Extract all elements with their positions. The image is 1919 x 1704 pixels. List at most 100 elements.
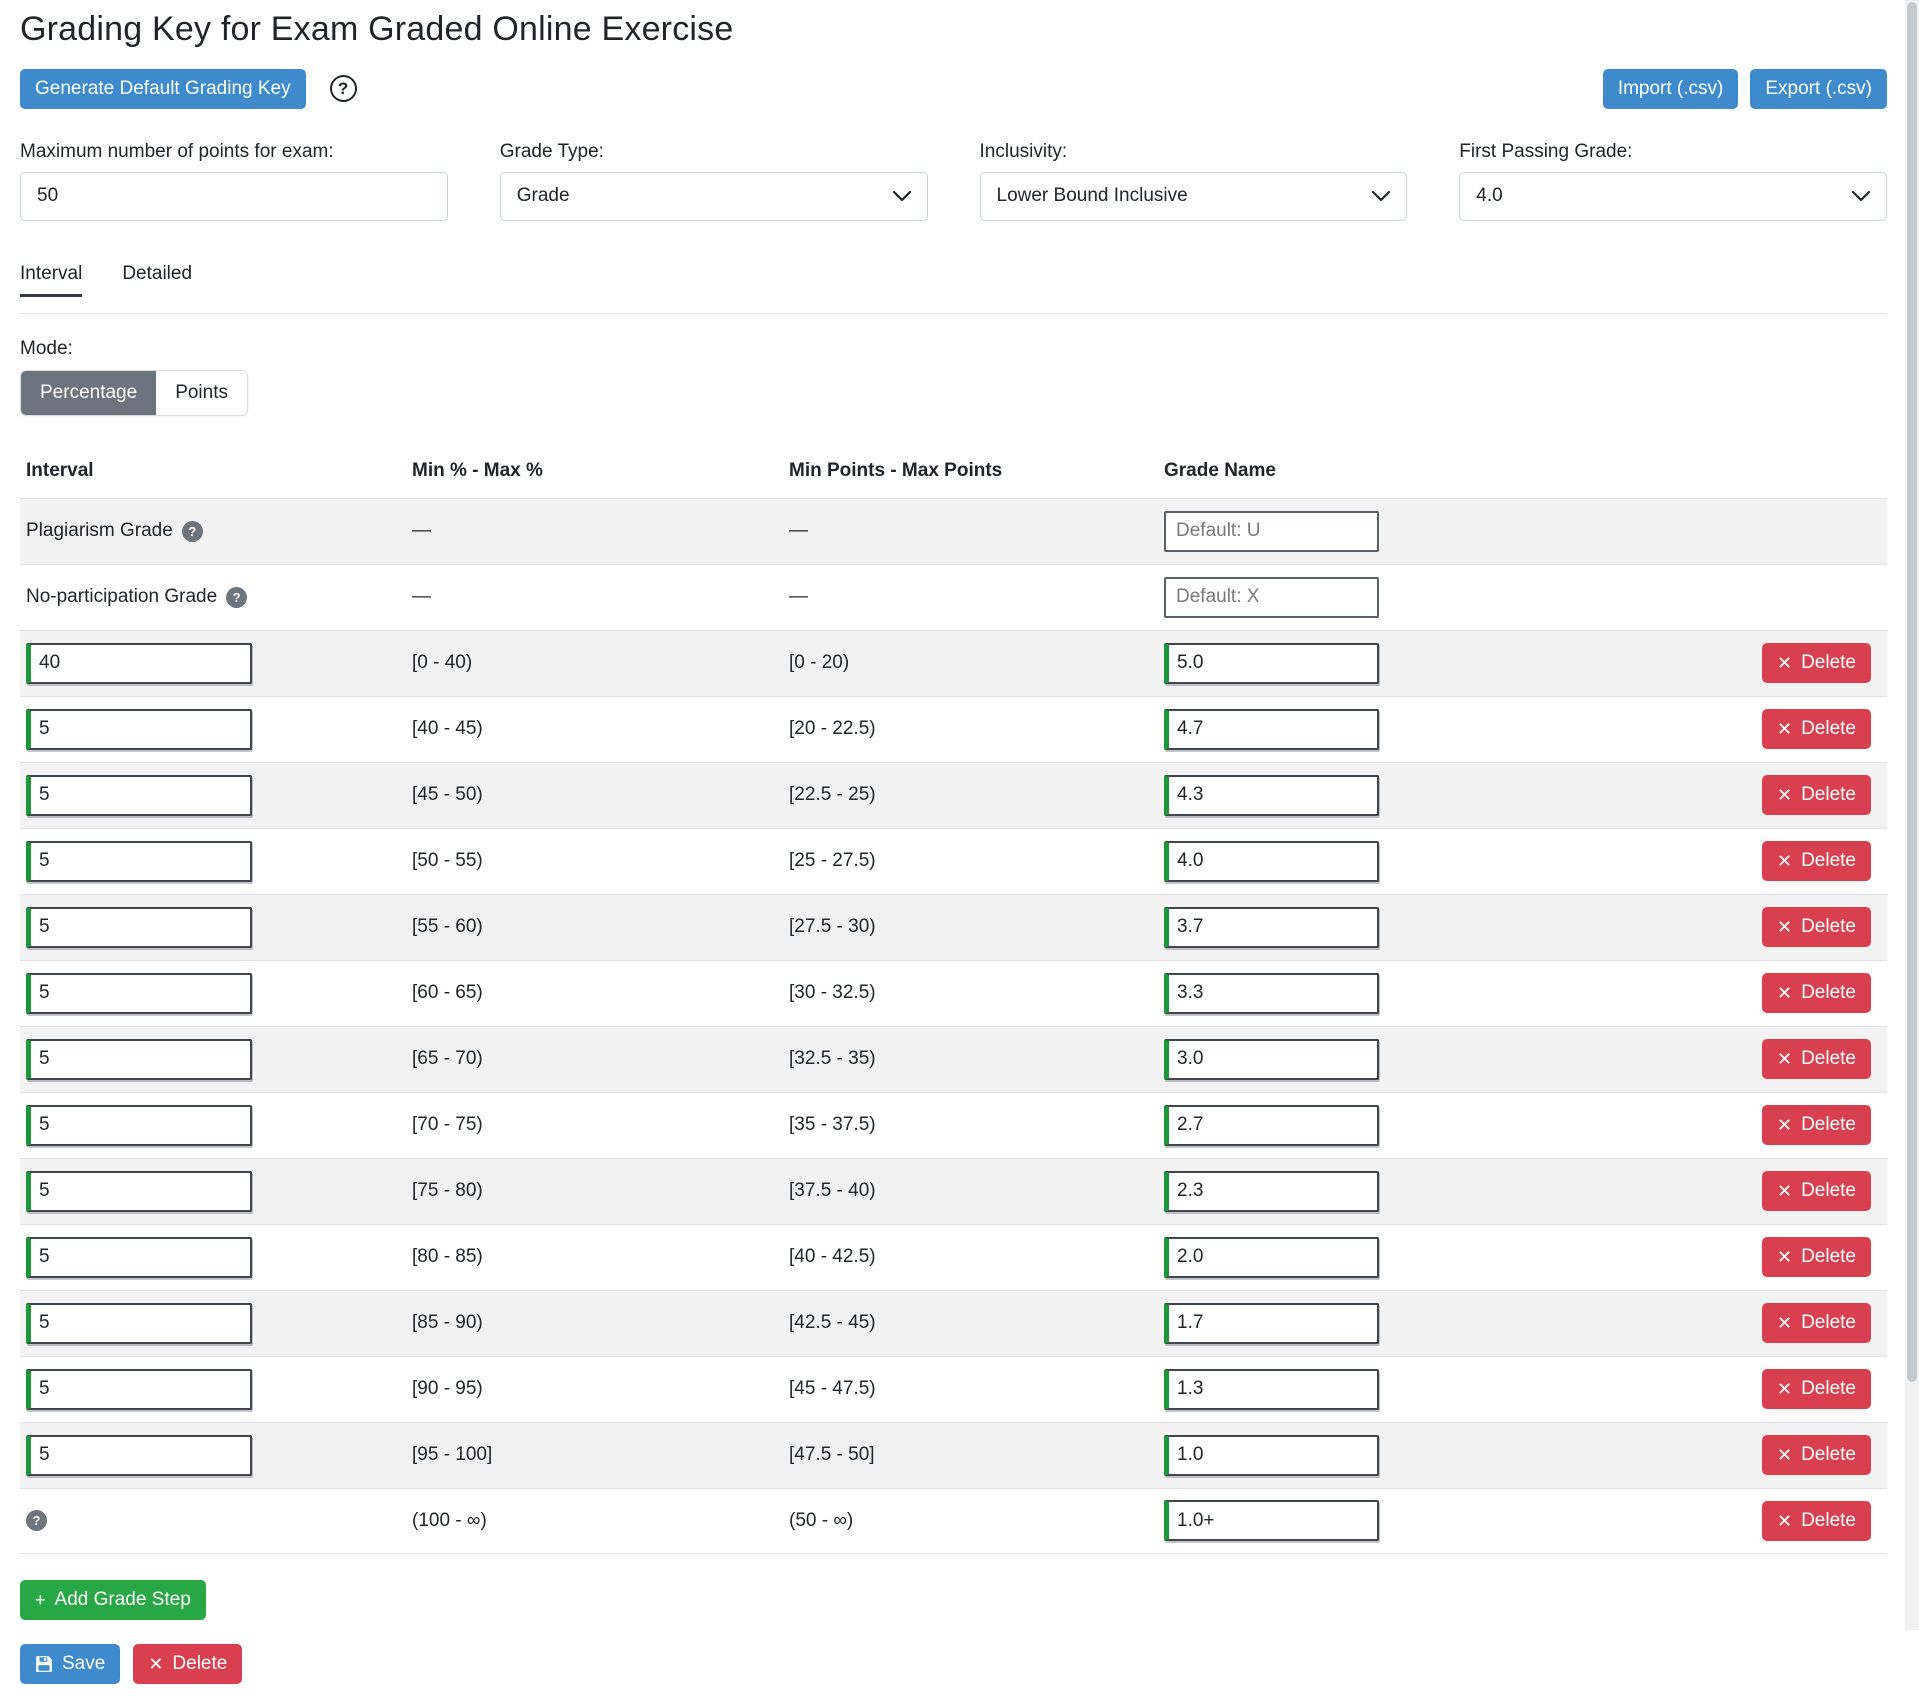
delete-label: Delete [172,1653,227,1675]
percent-range: [70 - 75) [406,1114,783,1136]
percent-range: (100 - ∞) [406,1510,783,1532]
grade-name-input[interactable] [1164,1039,1379,1080]
grade-name-input[interactable] [1164,1237,1379,1278]
percent-range: [45 - 50) [406,784,783,806]
delete-button[interactable]: ✕Delete [1762,973,1871,1013]
first-passing-grade-select[interactable]: 4.0 [1459,172,1887,221]
x-icon: ✕ [1777,654,1792,672]
grade-step-row: [50 - 55) [25 - 27.5) ✕Delete [20,828,1887,894]
settings-row: Maximum number of points for exam: Grade… [20,141,1887,221]
delete-button[interactable]: ✕Delete [1762,775,1871,815]
tab-interval[interactable]: Interval [20,263,82,297]
help-icon[interactable]: ? [26,1510,47,1531]
mode-percentage-button[interactable]: Percentage [21,371,156,415]
no-participation-grade-label: No-participation Grade [26,586,217,608]
grade-type-select[interactable]: Grade [500,172,928,221]
chevron-down-icon [1852,191,1870,202]
inclusivity-value: Lower Bound Inclusive [997,185,1188,207]
plagiarism-grade-label: Plagiarism Grade [26,520,173,542]
mode-points-button[interactable]: Points [156,371,247,415]
max-points-input[interactable] [20,172,448,221]
x-icon: ✕ [1777,1380,1792,1398]
grade-name-input[interactable] [1164,775,1379,816]
interval-input[interactable] [26,1303,252,1344]
help-icon[interactable]: ? [182,521,203,542]
interval-input[interactable] [26,775,252,816]
grade-type-field: Grade Type: Grade [500,141,928,221]
inclusivity-select[interactable]: Lower Bound Inclusive [980,172,1408,221]
grade-name-input[interactable] [1164,841,1379,882]
delete-button[interactable]: ✕Delete [1762,841,1871,881]
interval-input[interactable] [26,709,252,750]
percent-range: — [406,586,783,608]
delete-button[interactable]: ✕Delete [1762,1039,1871,1079]
tab-bar: Interval Detailed [20,263,1887,297]
points-range: [37.5 - 40) [783,1180,1158,1202]
grade-name-input[interactable] [1164,643,1379,684]
delete-button[interactable]: ✕Delete [1762,1303,1871,1343]
interval-input[interactable] [26,973,252,1014]
interval-input[interactable] [26,1171,252,1212]
scrollbar[interactable] [1905,0,1919,1630]
chevron-down-icon [893,191,911,202]
interval-input[interactable] [26,841,252,882]
header-grade-name: Grade Name [1158,460,1737,482]
grade-step-row: [60 - 65) [30 - 32.5) ✕Delete [20,960,1887,1026]
grade-step-row: [80 - 85) [40 - 42.5) ✕Delete [20,1224,1887,1290]
interval-input[interactable] [26,907,252,948]
interval-input[interactable] [26,1237,252,1278]
scrollbar-thumb[interactable] [1907,2,1917,1382]
no-participation-grade-name-input[interactable] [1164,577,1379,618]
grade-step-row: [0 - 40) [0 - 20) ✕Delete [20,630,1887,696]
save-button[interactable]: Save [20,1644,120,1684]
delete-button[interactable]: ✕Delete [1762,1171,1871,1211]
import-csv-button[interactable]: Import (.csv) [1603,69,1739,109]
delete-button[interactable]: ✕Delete [1762,709,1871,749]
points-range: [42.5 - 45) [783,1312,1158,1334]
grade-name-input[interactable] [1164,709,1379,750]
generate-default-grading-key-button[interactable]: Generate Default Grading Key [20,69,306,109]
delete-button[interactable]: ✕Delete [1762,1237,1871,1277]
export-csv-button[interactable]: Export (.csv) [1750,69,1887,109]
x-icon: ✕ [1777,852,1792,870]
help-icon[interactable]: ? [330,75,357,102]
interval-input[interactable] [26,1435,252,1476]
grade-name-input[interactable] [1164,1435,1379,1476]
bottom-actions: Save ✕Delete [20,1644,1887,1704]
plagiarism-grade-name-input[interactable] [1164,511,1379,552]
grade-name-input[interactable] [1164,1500,1379,1541]
help-icon[interactable]: ? [226,587,247,608]
grade-name-input[interactable] [1164,1105,1379,1146]
delete-button[interactable]: ✕Delete [1762,643,1871,683]
x-icon: ✕ [1777,1116,1792,1134]
mode-toggle: Percentage Points [20,370,248,416]
interval-input[interactable] [26,643,252,684]
plagiarism-grade-row: Plagiarism Grade ? — — [20,498,1887,564]
delete-button[interactable]: ✕Delete [1762,1501,1871,1541]
save-label: Save [62,1653,105,1675]
interval-input[interactable] [26,1369,252,1410]
first-passing-grade-field: First Passing Grade: 4.0 [1459,141,1887,221]
delete-button[interactable]: ✕Delete [1762,1435,1871,1475]
grade-name-input[interactable] [1164,1303,1379,1344]
percent-range: — [406,520,783,542]
points-range: [40 - 42.5) [783,1246,1158,1268]
grade-step-row: [90 - 95) [45 - 47.5) ✕Delete [20,1356,1887,1422]
percent-range: [55 - 60) [406,916,783,938]
delete-button[interactable]: ✕Delete [1762,1369,1871,1409]
grade-name-input[interactable] [1164,973,1379,1014]
add-grade-step-button[interactable]: +Add Grade Step [20,1580,206,1620]
grade-name-input[interactable] [1164,1369,1379,1410]
chevron-down-icon [1372,191,1390,202]
interval-input[interactable] [26,1039,252,1080]
grade-name-input[interactable] [1164,907,1379,948]
page-title: Grading Key for Exam Graded Online Exerc… [20,10,1887,49]
points-range: [30 - 32.5) [783,982,1158,1004]
delete-button[interactable]: ✕Delete [1762,907,1871,947]
points-range: [35 - 37.5) [783,1114,1158,1136]
grade-name-input[interactable] [1164,1171,1379,1212]
tab-detailed[interactable]: Detailed [122,263,192,297]
interval-input[interactable] [26,1105,252,1146]
delete-button[interactable]: ✕Delete [1762,1105,1871,1145]
delete-grading-key-button[interactable]: ✕Delete [133,1644,242,1684]
